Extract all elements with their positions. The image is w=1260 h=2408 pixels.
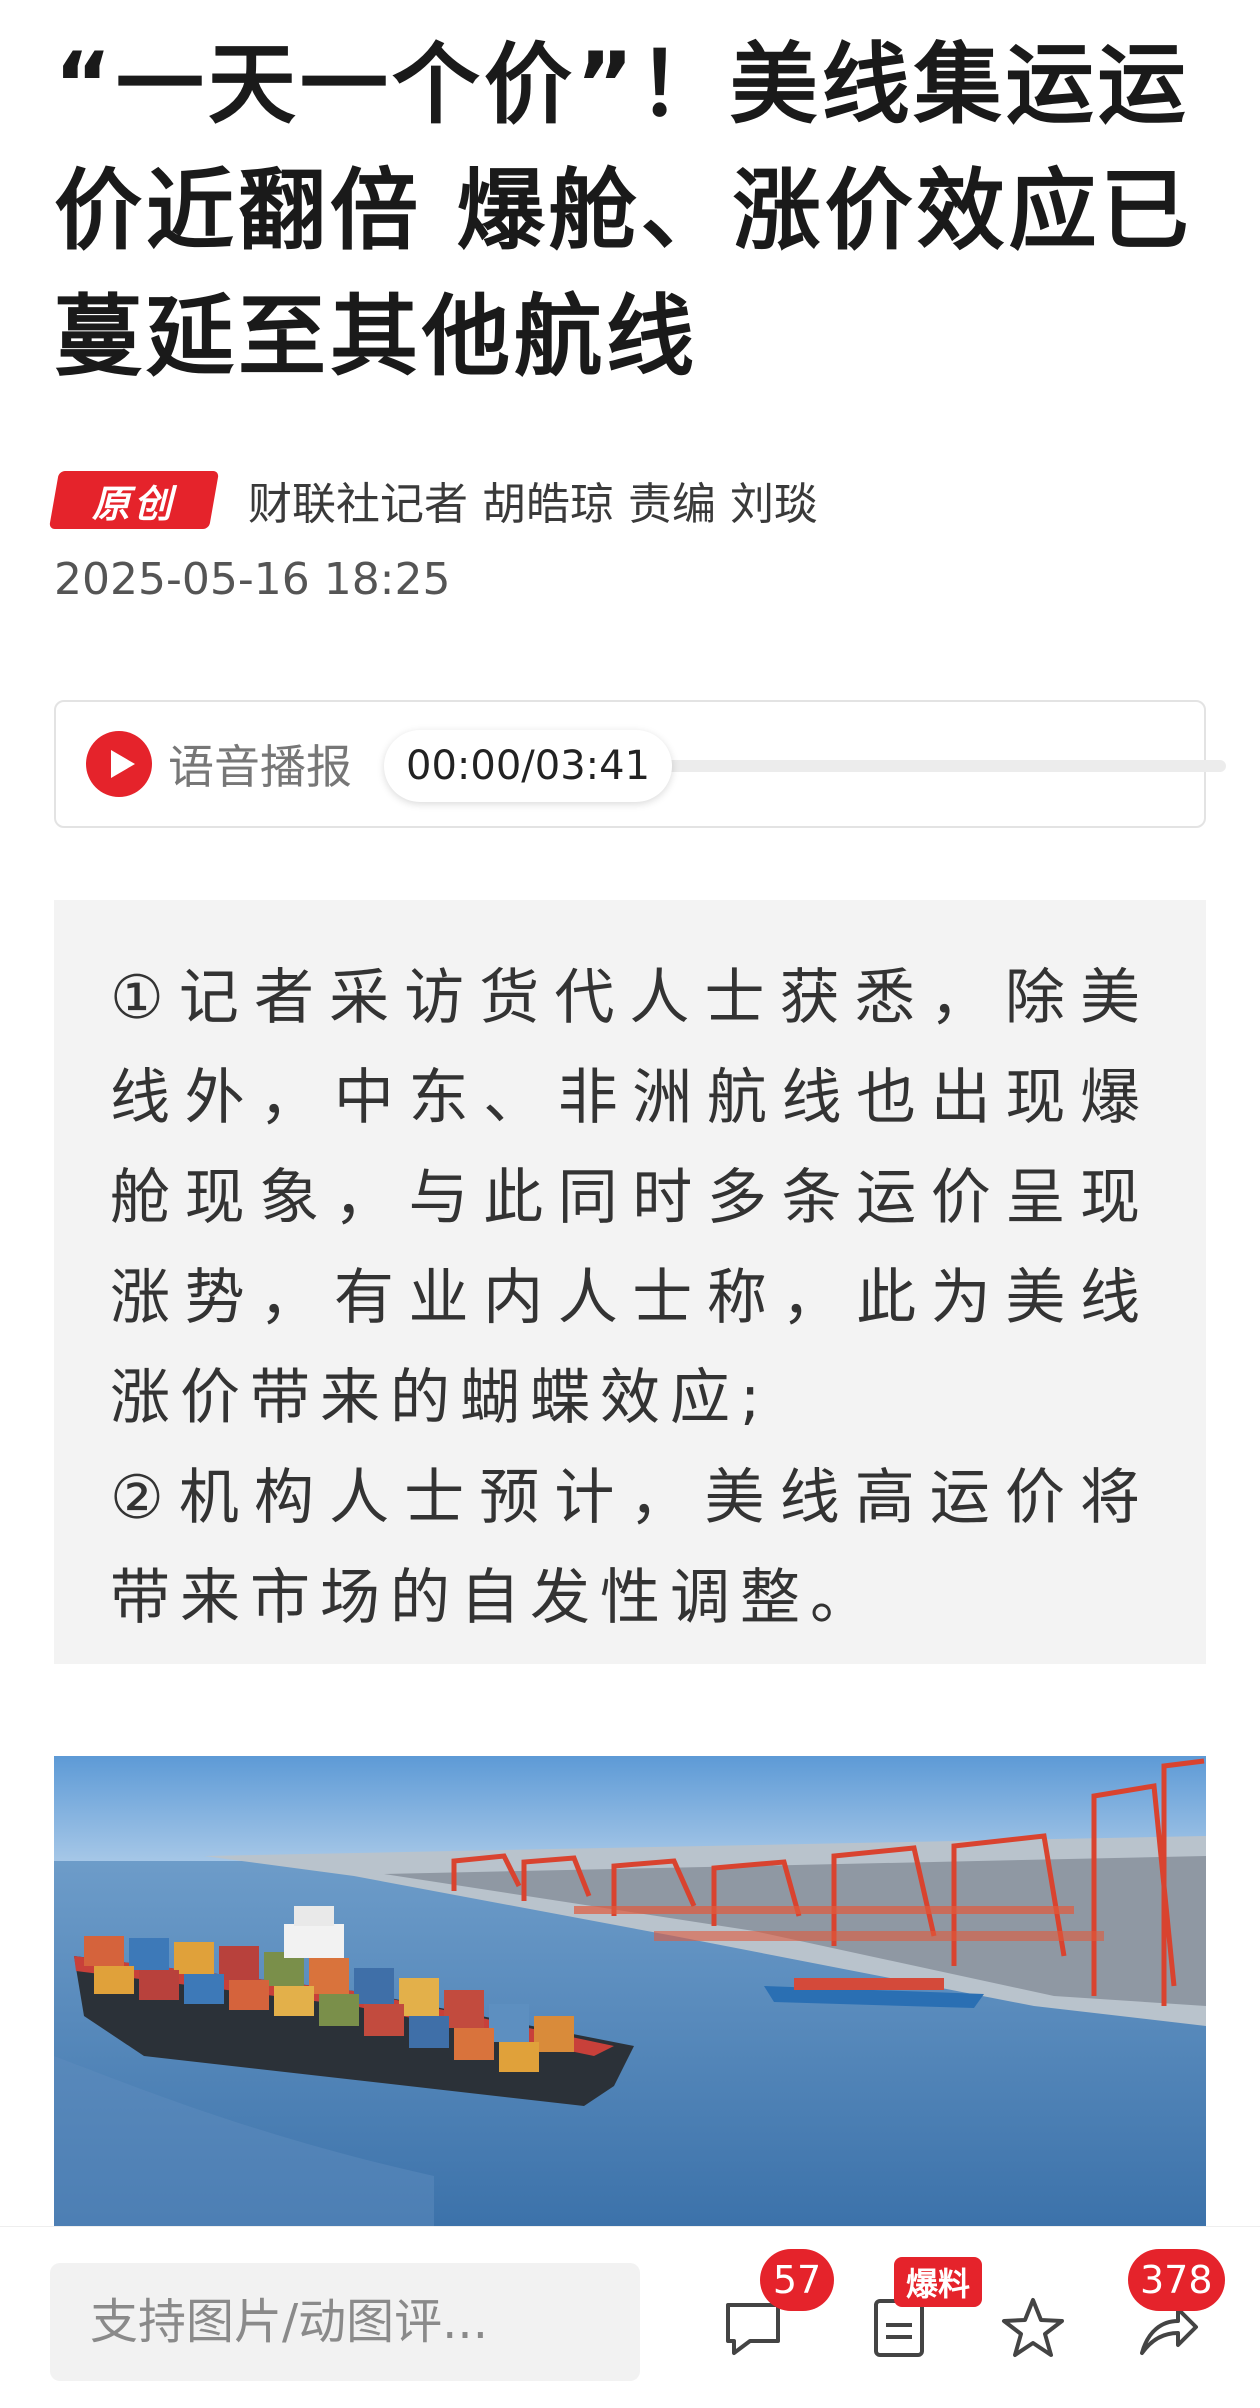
audio-time[interactable]: 00:00/03:41 bbox=[384, 730, 673, 802]
author-line: 财联社记者 胡皓琼 责编 刘琰 bbox=[248, 479, 818, 530]
star-icon[interactable] bbox=[1000, 2295, 1066, 2361]
comment-input[interactable] bbox=[50, 2263, 640, 2381]
article-photo[interactable] bbox=[54, 1756, 1206, 2226]
publish-date: 2025-05-16 18:25 bbox=[54, 554, 451, 605]
summary-point-2: ②机构人士预计，美线高运价将带来市场的自发性调整。 bbox=[110, 1463, 1150, 1633]
audio-label: 语音播报 bbox=[168, 740, 352, 794]
audio-player: 语音播报 00:00/03:41 bbox=[54, 700, 1226, 828]
comment-count-badge: 57 bbox=[760, 2249, 834, 2311]
article-title: “一天一个价”！美线集运运价近翻倍 爆舱、涨价效应已蔓延至其他航线 bbox=[54, 33, 1193, 388]
article-meta: 原创 财联社记者 胡皓琼 责编 刘琰 bbox=[48, 468, 818, 532]
play-icon[interactable] bbox=[86, 731, 152, 797]
article-summary: ①记者采访货代人士获悉，除美线外，中东、非洲航线也出现爆舱现象，与此同时多条运价… bbox=[54, 900, 1206, 1664]
share-count-badge: 378 bbox=[1128, 2249, 1225, 2311]
container-port-image bbox=[54, 1756, 1206, 2226]
original-badge: 原创 bbox=[48, 471, 220, 529]
tip-off-badge: 爆料 bbox=[894, 2257, 983, 2307]
summary-point-1: ①记者采访货代人士获悉，除美线外，中东、非洲航线也出现爆舱现象，与此同时多条运价… bbox=[110, 963, 1150, 1433]
bottom-action-bar: 57 爆料 378 bbox=[0, 2226, 1260, 2408]
